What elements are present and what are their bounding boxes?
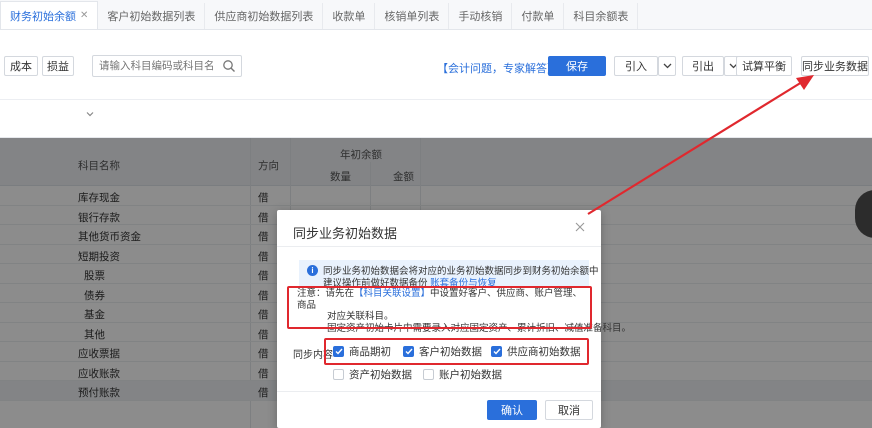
import-button[interactable]: 引入 [614,56,658,76]
tab-label: 付款单 [521,11,555,23]
tab-label: 客户初始数据列表 [107,11,196,23]
trial-balance-button[interactable]: 试算平衡 [736,56,792,76]
confirm-button[interactable]: 确认 [487,400,537,420]
tab-label: 科目余额表 [573,11,629,23]
tab-label: 收款单 [332,11,366,23]
info-icon: i [307,265,318,276]
tab-writeoff-list[interactable]: 核销单列表 [375,3,450,29]
highlight-box-sync-options [324,338,589,365]
chevron-down-icon[interactable] [84,108,96,120]
expert-help-link[interactable]: 【会计问题，专家解答】 [437,60,558,76]
profit-loss-button[interactable]: 损益 [42,56,74,76]
info-notice: i 同步业务初始数据会将对应的业务初始数据同步到财务初始余额中 建议操作前做好数… [299,260,599,289]
search-input[interactable] [93,56,213,76]
close-icon[interactable] [575,222,585,232]
search-icon[interactable] [222,59,236,73]
tab-label: 核销单列表 [384,11,440,23]
search-box [92,55,242,77]
tab-manual-writeoff[interactable]: 手动核销 [449,3,513,29]
toolbar: 成本 损益 【会计问题，专家解答】 保存 引入 引出 试算平衡 同步业务数据 [0,30,872,100]
divider [277,391,601,392]
checkbox-unchecked-icon [333,369,344,380]
tab-label: 供应商初始数据列表 [214,11,314,23]
tab-label: 财务初始余额 [10,10,76,23]
tab-financial-opening-balance[interactable]: 财务初始余额 ✕ [0,1,99,29]
tab-payment[interactable]: 付款单 [512,3,565,29]
tab-receipt[interactable]: 收款单 [323,3,376,29]
cancel-button[interactable]: 取消 [545,400,593,420]
checkbox-label: 账户初始数据 [439,369,502,381]
cost-button[interactable]: 成本 [4,56,38,76]
tab-account-balance[interactable]: 科目余额表 [564,3,639,29]
dialog-title: 同步业务初始数据 [293,226,398,241]
close-icon[interactable]: ✕ [80,10,88,21]
checkbox-label: 资产初始数据 [349,369,412,381]
checkbox-asset-initial[interactable]: 资产初始数据 [333,367,412,382]
checkbox-unchecked-icon [423,369,434,380]
tab-bar: 财务初始余额 ✕ 客户初始数据列表 供应商初始数据列表 收款单 核销单列表 手动… [0,0,872,30]
checkbox-account-initial[interactable]: 账户初始数据 [423,367,502,382]
tab-supplier-initial-list[interactable]: 供应商初始数据列表 [205,3,324,29]
divider [277,246,601,247]
period-select-row [0,100,872,138]
import-dropdown-button[interactable] [658,56,676,76]
chevron-down-icon [663,63,671,69]
save-button[interactable]: 保存 [548,56,606,76]
sync-business-data-button[interactable]: 同步业务数据 [801,56,869,76]
export-button[interactable]: 引出 [682,56,724,76]
tab-label: 手动核销 [458,11,503,23]
highlight-box-warning [287,286,592,329]
tab-customer-initial-list[interactable]: 客户初始数据列表 [98,3,206,29]
